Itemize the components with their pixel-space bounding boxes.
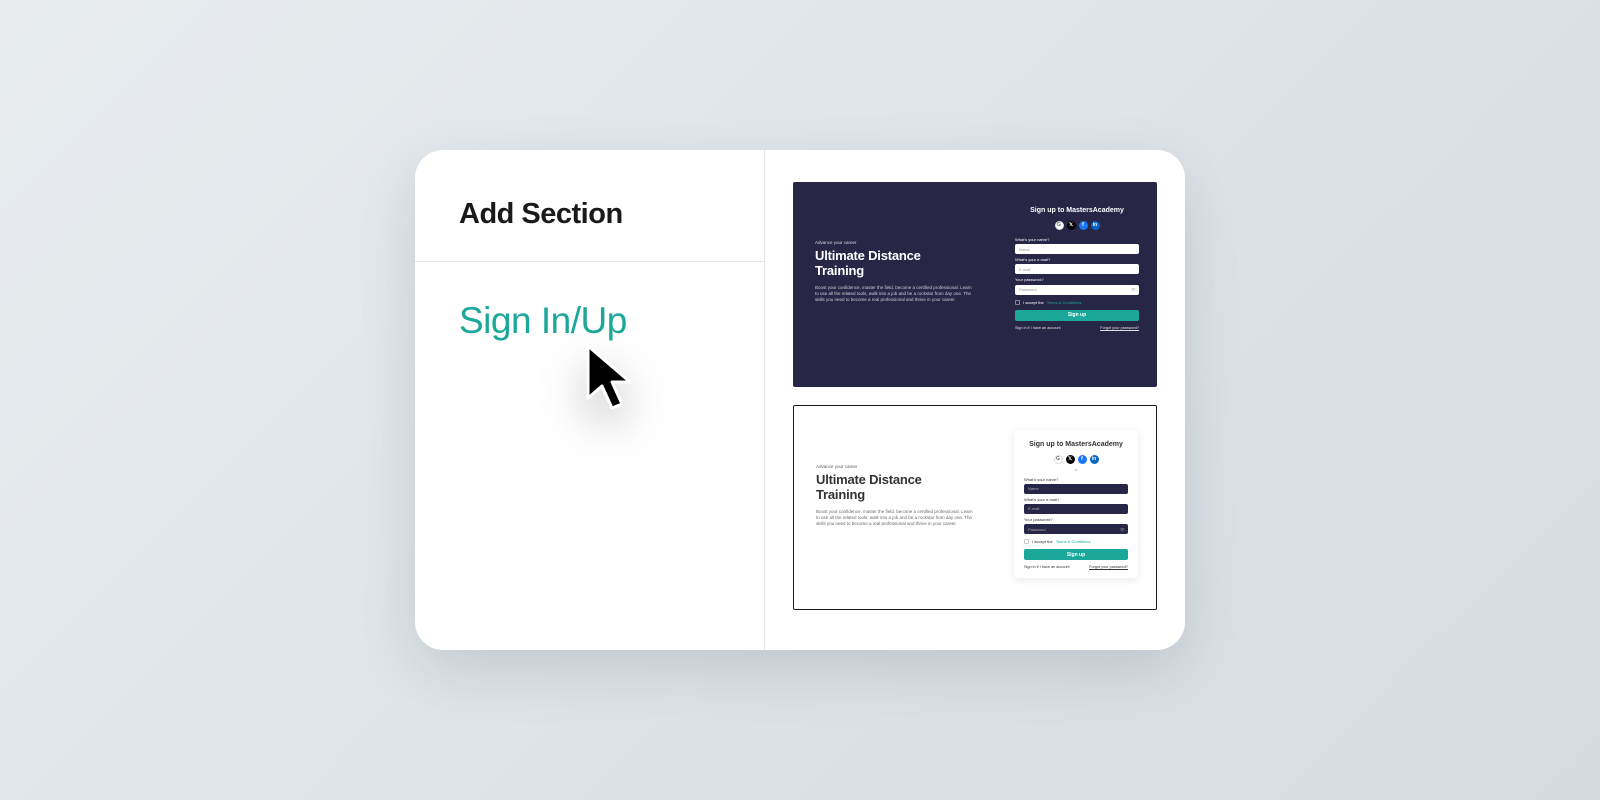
preview-title: Ultimate Distance Training	[816, 473, 994, 503]
password-input[interactable]: Password👁	[1015, 285, 1139, 295]
facebook-icon[interactable]: f	[1079, 221, 1088, 230]
email-input[interactable]: E-mail	[1015, 264, 1139, 274]
preview-description: Boost your confidence, master the field,…	[815, 285, 975, 304]
or-divider: or	[1024, 468, 1128, 473]
template-preview-dark[interactable]: Advance your career Ultimate Distance Tr…	[793, 182, 1157, 387]
cursor-icon	[580, 342, 652, 423]
terms-checkbox[interactable]	[1015, 300, 1020, 305]
panel-title: Add Section	[459, 198, 720, 231]
left-panel: Add Section Sign In/Up	[415, 150, 765, 650]
preview-eyebrow: Advance your career	[816, 464, 994, 470]
preview-description: Boost your confidence, master the field,…	[816, 509, 976, 528]
preview-eyebrow: Advance your career	[815, 240, 995, 246]
menu-item-sign-in-up[interactable]: Sign In/Up	[459, 300, 720, 342]
password-label: Your password?	[1015, 277, 1139, 282]
social-buttons: G 𝕏 f in	[1015, 221, 1139, 230]
linkedin-icon[interactable]: in	[1091, 221, 1100, 230]
password-label: Your password?	[1024, 517, 1128, 522]
email-label: What's your e-mail?	[1024, 497, 1128, 502]
add-section-panel: Add Section Sign In/Up Advance your care…	[415, 150, 1185, 650]
preview-panel: Advance your career Ultimate Distance Tr…	[765, 150, 1185, 650]
form-title: Sign up to MastersAcademy	[1024, 440, 1128, 449]
name-input[interactable]: Name	[1024, 484, 1128, 494]
preview-form: Sign up to MastersAcademy G 𝕏 f in or Wh…	[1006, 406, 1156, 609]
email-label: What's your e-mail?	[1015, 257, 1139, 262]
signup-button[interactable]: Sign up	[1015, 310, 1139, 321]
terms-checkbox[interactable]	[1024, 539, 1029, 544]
terms-link[interactable]: Terms & Conditions	[1047, 300, 1082, 305]
forgot-password-link[interactable]: Forgot your password?	[1100, 326, 1139, 331]
template-preview-light[interactable]: Advance your career Ultimate Distance Tr…	[793, 405, 1157, 610]
terms-row: I accept the Terms & Conditions	[1024, 539, 1128, 544]
name-label: What's your name?	[1024, 477, 1128, 482]
eye-icon[interactable]: 👁	[1120, 527, 1125, 532]
x-icon[interactable]: 𝕏	[1067, 221, 1076, 230]
google-icon[interactable]: G	[1055, 221, 1064, 230]
panel-header: Add Section	[415, 150, 764, 262]
terms-row: I accept the Terms & Conditions	[1015, 300, 1139, 305]
name-input[interactable]: Name	[1015, 244, 1139, 254]
linkedin-icon[interactable]: in	[1090, 455, 1099, 464]
form-links: Sign in if I have an account Forgot your…	[1015, 326, 1139, 331]
terms-link[interactable]: Terms & Conditions	[1056, 539, 1091, 544]
form-title: Sign up to MastersAcademy	[1015, 206, 1139, 215]
preview-title: Ultimate Distance Training	[815, 249, 995, 279]
signin-link[interactable]: Sign in if I have an account	[1024, 565, 1070, 570]
password-input[interactable]: Password👁	[1024, 524, 1128, 534]
signin-link[interactable]: Sign in if I have an account	[1015, 326, 1061, 331]
forgot-password-link[interactable]: Forgot your password?	[1089, 565, 1128, 570]
google-icon[interactable]: G	[1054, 455, 1063, 464]
social-buttons: G 𝕏 f in	[1024, 455, 1128, 464]
email-input[interactable]: E-mail	[1024, 504, 1128, 514]
facebook-icon[interactable]: f	[1078, 455, 1087, 464]
eye-icon[interactable]: 👁	[1131, 287, 1136, 292]
preview-form: Sign up to MastersAcademy G 𝕏 f in What'…	[1007, 182, 1157, 387]
x-icon[interactable]: 𝕏	[1066, 455, 1075, 464]
panel-body: Sign In/Up	[415, 262, 764, 380]
form-links: Sign in if I have an account Forgot your…	[1024, 565, 1128, 570]
preview-left: Advance your career Ultimate Distance Tr…	[794, 406, 1006, 609]
preview-left: Advance your career Ultimate Distance Tr…	[793, 182, 1007, 387]
name-label: What's your name?	[1015, 237, 1139, 242]
signup-button[interactable]: Sign up	[1024, 549, 1128, 560]
